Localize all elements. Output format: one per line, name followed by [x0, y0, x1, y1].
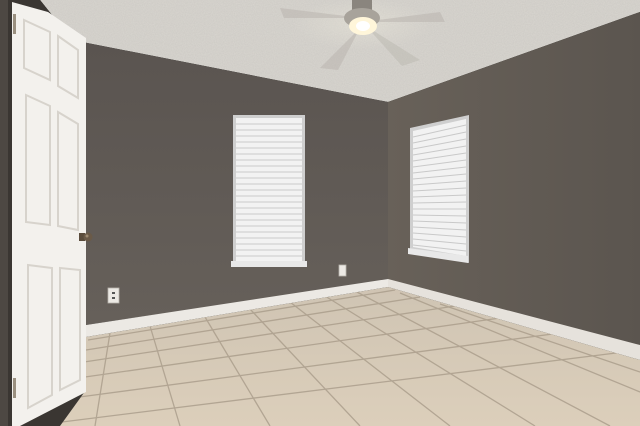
window-with-blinds	[408, 115, 469, 263]
room-scene	[0, 0, 640, 426]
window-with-blinds	[231, 115, 307, 267]
door-knob	[79, 232, 93, 242]
open-door	[8, 0, 86, 426]
electrical-outlet	[107, 287, 120, 304]
electrical-outlet	[338, 264, 347, 277]
room-illustration	[0, 0, 640, 426]
